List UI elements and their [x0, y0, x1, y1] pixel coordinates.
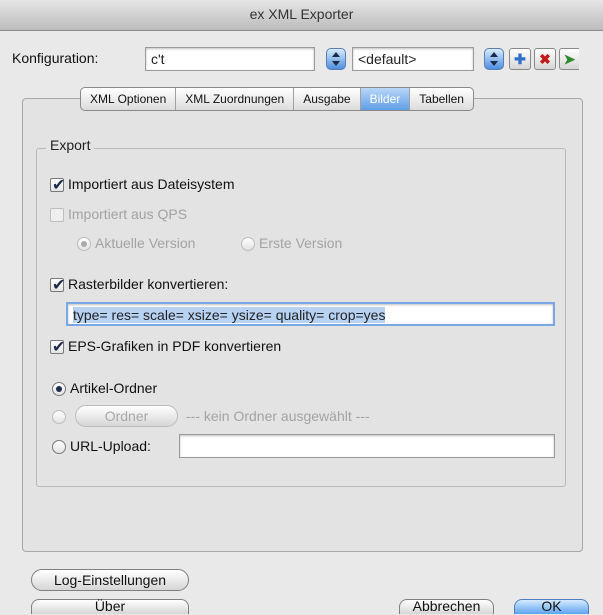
tab-tabellen[interactable]: Tabellen — [410, 88, 473, 110]
first-version-label: Erste Version — [259, 235, 343, 251]
tab-xml-zuordnungen[interactable]: XML Zuordnungen — [176, 88, 295, 110]
raster-convert-checkbox[interactable] — [50, 275, 65, 295]
tab-bar: XML Optionen XML Zuordnungen Ausgabe Bil… — [80, 87, 474, 111]
eps-convert-label: EPS-Grafiken in PDF konvertieren — [68, 338, 282, 354]
plus-icon: ✚ — [514, 51, 526, 67]
first-version-radio[interactable] — [241, 237, 255, 251]
current-version-label: Aktuelle Version — [95, 235, 196, 251]
export-legend: Export — [46, 137, 95, 153]
chevron-down-icon — [332, 61, 340, 66]
url-upload-label: URL-Upload: — [70, 438, 151, 454]
article-folder-radio[interactable] — [52, 382, 66, 396]
folder-status-text: --- kein Ordner ausgewählt --- — [186, 408, 370, 424]
chevron-up-icon — [490, 52, 498, 57]
import-filesystem-checkbox[interactable] — [50, 175, 65, 195]
export-config-button[interactable]: ➤ — [559, 48, 579, 70]
chevron-down-icon — [490, 61, 498, 66]
url-upload-radio[interactable] — [52, 440, 66, 454]
current-version-radio[interactable] — [77, 237, 91, 251]
folder-radio[interactable] — [52, 410, 66, 424]
about-button[interactable]: Über — [31, 599, 189, 614]
raster-params-text: type= res= scale= xsize= ysize= quality=… — [73, 307, 386, 323]
delete-x-icon: ✖ — [539, 51, 551, 67]
tab-ausgabe[interactable]: Ausgabe — [294, 88, 361, 110]
tab-bilder[interactable]: Bilder — [360, 88, 411, 110]
config-name-field[interactable]: c't — [145, 47, 315, 71]
url-upload-input[interactable] — [179, 434, 555, 458]
config-label: Konfiguration: — [12, 50, 99, 66]
exporter-window: ex XML Exporter Konfiguration: c't <defa… — [0, 0, 603, 615]
ok-button[interactable]: OK — [514, 599, 589, 614]
log-settings-button[interactable]: Log-Einstellungen — [31, 569, 189, 591]
add-config-button[interactable]: ✚ — [509, 48, 531, 70]
import-filesystem-label: Importiert aus Dateisystem — [68, 176, 235, 192]
raster-params-input[interactable]: type= res= scale= xsize= ysize= quality=… — [66, 302, 555, 326]
chevron-up-icon — [332, 52, 340, 57]
tab-xml-optionen[interactable]: XML Optionen — [81, 88, 177, 110]
import-qps-checkbox[interactable] — [50, 208, 64, 222]
delete-config-button[interactable]: ✖ — [534, 48, 556, 70]
export-arrow-icon: ➤ — [563, 51, 576, 67]
title-bar[interactable]: ex XML Exporter — [0, 0, 603, 31]
default-config-field[interactable]: <default> — [352, 47, 474, 71]
import-qps-label: Importiert aus QPS — [68, 206, 188, 222]
cancel-button[interactable]: Abbrechen — [399, 599, 494, 614]
config-stepper[interactable] — [326, 48, 346, 70]
article-folder-label: Artikel-Ordner — [70, 380, 158, 396]
folder-choose-button[interactable]: Ordner — [75, 405, 178, 427]
folder-button-label: Ordner — [104, 408, 149, 424]
default-config-stepper[interactable] — [484, 48, 504, 70]
window-title: ex XML Exporter — [249, 6, 354, 22]
eps-convert-checkbox[interactable] — [50, 337, 65, 357]
raster-convert-label: Rasterbilder konvertieren: — [68, 276, 229, 292]
